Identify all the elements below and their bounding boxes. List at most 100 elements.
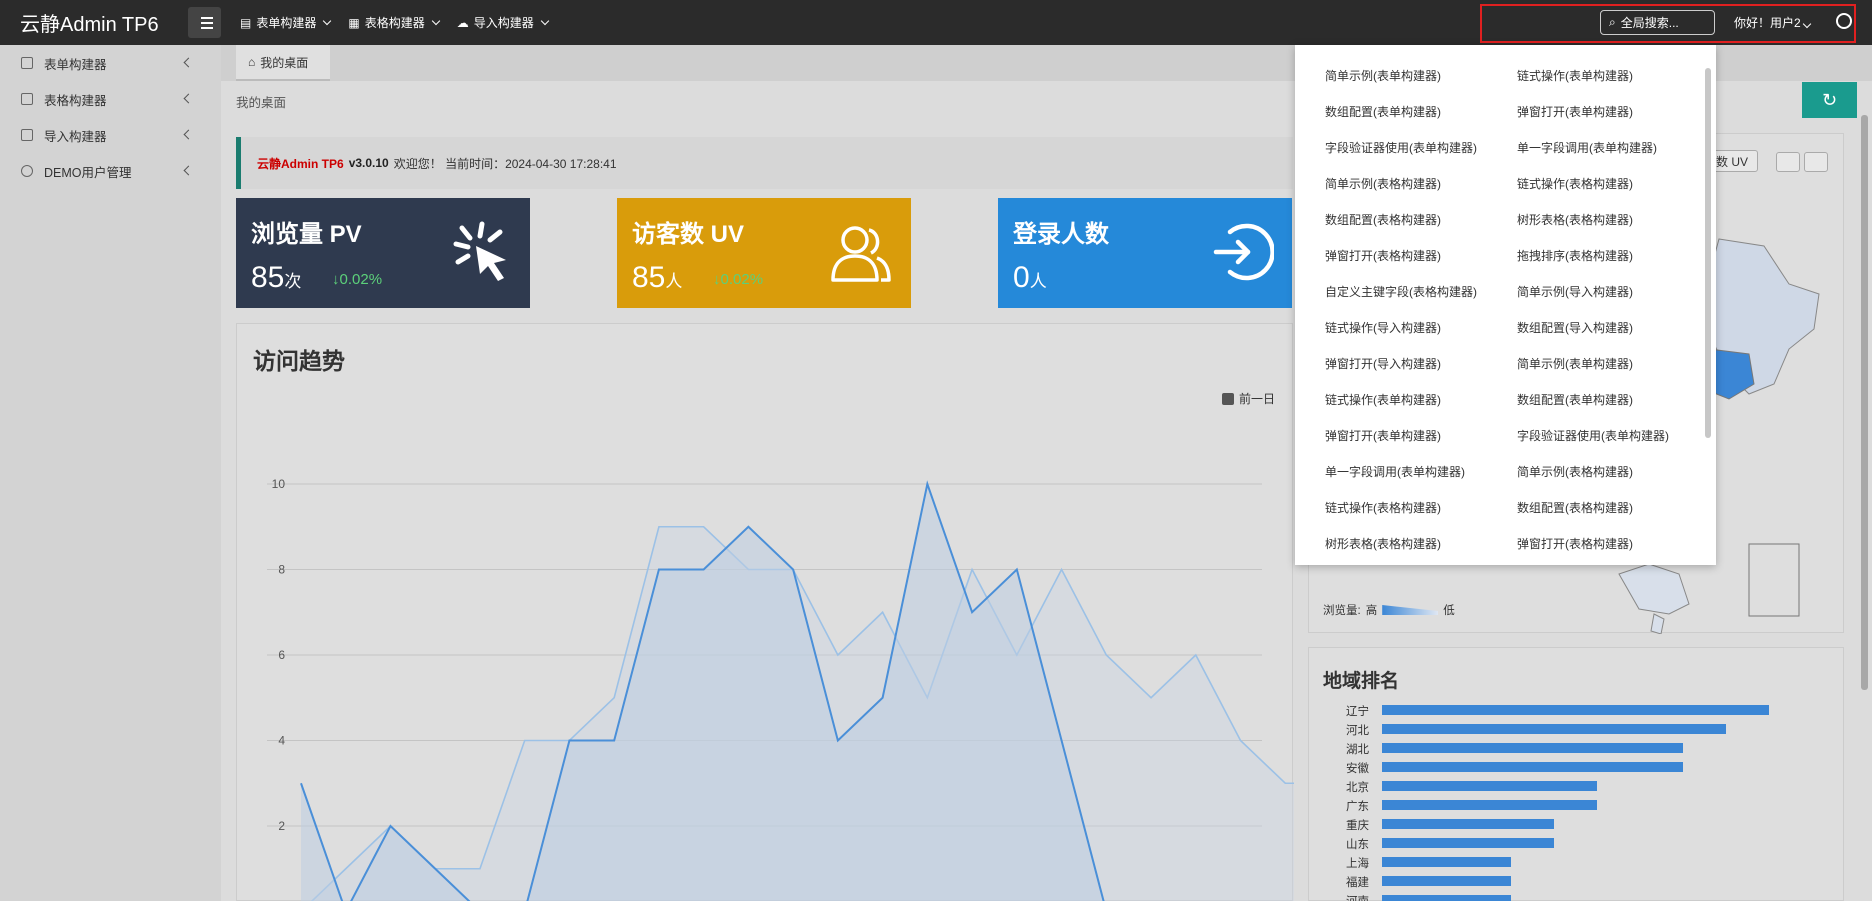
search-result-item[interactable]: 字段验证器使用(表单构建器) xyxy=(1325,139,1477,156)
table-icon xyxy=(21,93,33,105)
cursor-click-icon xyxy=(453,221,506,281)
ranking-bar[interactable] xyxy=(1382,819,1554,829)
search-result-item[interactable]: 树形表格(表格构建器) xyxy=(1517,211,1633,228)
legend-low: 低 xyxy=(1443,605,1455,617)
ranking-label: 福建 xyxy=(1346,877,1369,889)
search-result-item[interactable]: 拖拽排序(表格构建器) xyxy=(1517,247,1633,264)
main-scrollbar[interactable] xyxy=(1861,115,1868,690)
ranking-title: 地域排名 xyxy=(1323,671,1400,692)
search-result-item[interactable]: 弹窗打开(表单构建器) xyxy=(1325,427,1441,444)
ranking-bar[interactable] xyxy=(1382,724,1726,734)
ranking-bar[interactable] xyxy=(1382,705,1769,715)
search-label: 全局搜索... xyxy=(1620,16,1679,30)
login-icon xyxy=(1213,223,1274,281)
ranking-panel: 地域排名 辽宁河北湖北安徽北京广东重庆山东上海福建河南 xyxy=(1308,647,1844,901)
map-refresh-button[interactable] xyxy=(1776,152,1800,172)
search-result-item[interactable]: 链式操作(表格构建器) xyxy=(1325,499,1441,516)
search-result-item[interactable]: 字段验证器使用(表单构建器) xyxy=(1517,427,1669,444)
legend-high: 高 xyxy=(1365,605,1378,617)
search-result-item[interactable]: 数组配置(表格构建器) xyxy=(1517,499,1633,516)
chevron-down-icon xyxy=(323,16,332,25)
ranking-label: 北京 xyxy=(1346,782,1369,794)
search-result-item[interactable]: 单一字段调用(表单构建器) xyxy=(1325,463,1465,480)
trend-chart: 2 4 6 8 10 xyxy=(267,477,1294,901)
legend-gradient xyxy=(1382,605,1439,615)
dropdown-scrollbar[interactable] xyxy=(1705,68,1711,438)
cloud-icon xyxy=(21,129,33,141)
search-result-item[interactable]: 链式操作(导入构建器) xyxy=(1325,319,1441,336)
ranking-bar[interactable] xyxy=(1382,743,1683,753)
user-icon xyxy=(21,165,33,177)
search-result-item[interactable]: 数组配置(表单构建器) xyxy=(1325,103,1441,120)
search-result-item[interactable]: 简单示例(表格构建器) xyxy=(1325,175,1441,192)
ranking-label: 重庆 xyxy=(1346,820,1369,832)
search-result-item[interactable]: 弹窗打开(表格构建器) xyxy=(1325,247,1441,264)
search-result-item[interactable]: 链式操作(表格构建器) xyxy=(1517,175,1633,192)
chevron-left-icon xyxy=(183,129,194,140)
stat-card-uv: 访客数 UV 85人 ↓0.02% xyxy=(617,198,911,308)
breadcrumb: 我的桌面 xyxy=(236,96,287,110)
top-bar: 云静Admin TP6 ▤ 表单构建器 ▦ 表格构建器 ☁ 导入构建器 ⌕ 全局搜索..… xyxy=(0,0,1872,45)
search-result-item[interactable]: 树形表格(表格构建器) xyxy=(1325,535,1441,552)
search-result-item[interactable]: 数组配置(表格构建器) xyxy=(1325,211,1441,228)
app-logo[interactable]: 云静Admin TP6 xyxy=(20,8,159,37)
search-result-item[interactable]: 简单示例(表格构建器) xyxy=(1517,463,1633,480)
search-result-item[interactable]: 简单示例(导入构建器) xyxy=(1517,283,1633,300)
ranking-bar[interactable] xyxy=(1382,781,1597,791)
refresh-icon: ↻ xyxy=(1821,89,1838,110)
ranking-bar[interactable] xyxy=(1382,876,1511,886)
users-icon xyxy=(831,226,891,282)
ranking-bar[interactable] xyxy=(1382,800,1597,810)
y-tick-label: 6 xyxy=(278,648,285,662)
search-result-item[interactable]: 自定义主键字段(表格构建器) xyxy=(1325,283,1477,300)
sidebar-item-form-builder[interactable]: 表单构建器 xyxy=(0,45,221,81)
refresh-button[interactable]: ↻ xyxy=(1802,82,1857,118)
topnav-label: 导入构建器 xyxy=(473,16,534,30)
card-value-number: 85 xyxy=(251,261,285,294)
sidebar-item-label: DEMO用户管理 xyxy=(44,165,132,180)
sidebar-item-table-builder[interactable]: 表格构建器 xyxy=(0,81,221,117)
search-result-item[interactable]: 简单示例(表单构建器) xyxy=(1517,355,1633,372)
ranking-label: 上海 xyxy=(1346,858,1369,870)
welcome-version: v3.0.10 xyxy=(348,156,389,170)
search-result-item[interactable]: 单一字段调用(表单构建器) xyxy=(1517,139,1657,156)
ranking-bar[interactable] xyxy=(1382,895,1511,901)
theme-gauge-icon[interactable] xyxy=(1836,13,1852,29)
search-result-item[interactable]: 链式操作(表单构建器) xyxy=(1517,67,1633,84)
search-result-item[interactable]: 简单示例(表单构建器) xyxy=(1325,67,1441,84)
welcome-brand: 云静Admin TP6 xyxy=(257,156,344,171)
user-label: 你好！用户2 xyxy=(1734,16,1801,30)
sidebar-item-demo-users[interactable]: DEMO用户管理 xyxy=(0,153,221,189)
legend-prefix: 浏览量: xyxy=(1323,605,1361,617)
y-tick-label: 4 xyxy=(278,734,285,748)
form-icon xyxy=(21,57,33,69)
sidebar: 表单构建器 表格构建器 导入构建器 DEMO用户管理 xyxy=(0,45,221,901)
menu-toggle-button[interactable] xyxy=(188,7,221,38)
sidebar-item-label: 导入构建器 xyxy=(44,129,107,144)
top-nav: ▤ 表单构建器 ▦ 表格构建器 ☁ 导入构建器 xyxy=(240,14,549,31)
search-icon: ⌕ xyxy=(1609,15,1616,29)
table-icon: ▦ xyxy=(348,15,360,30)
topnav-table-builder[interactable]: ▦ 表格构建器 xyxy=(348,14,440,31)
topnav-form-builder[interactable]: ▤ 表单构建器 xyxy=(240,14,332,31)
tab-desktop[interactable]: ⌂ 我的桌面 xyxy=(236,45,330,81)
sidebar-item-import-builder[interactable]: 导入构建器 xyxy=(0,117,221,153)
home-icon: ⌂ xyxy=(248,55,256,69)
topnav-label: 表单构建器 xyxy=(256,16,317,30)
global-search-button[interactable]: ⌕ 全局搜索... xyxy=(1600,10,1715,35)
topnav-import-builder[interactable]: ☁ 导入构建器 xyxy=(457,14,549,31)
search-result-item[interactable]: 数组配置(导入构建器) xyxy=(1517,319,1633,336)
search-result-item[interactable]: 弹窗打开(导入构建器) xyxy=(1325,355,1441,372)
search-result-item[interactable]: 弹窗打开(表单构建器) xyxy=(1517,103,1633,120)
trend-panel: 访问趋势 前一日 2 4 6 8 10 xyxy=(236,323,1294,901)
chevron-down-icon xyxy=(540,16,549,25)
form-icon: ▤ xyxy=(240,15,252,30)
ranking-bar[interactable] xyxy=(1382,838,1554,848)
ranking-bar[interactable] xyxy=(1382,857,1511,867)
user-menu[interactable]: 你好！用户2 xyxy=(1734,14,1811,31)
ranking-bar[interactable] xyxy=(1382,762,1683,772)
map-download-button[interactable] xyxy=(1804,152,1828,172)
search-result-item[interactable]: 链式操作(表单构建器) xyxy=(1325,391,1441,408)
search-result-item[interactable]: 数组配置(表单构建器) xyxy=(1517,391,1633,408)
search-result-item[interactable]: 弹窗打开(表格构建器) xyxy=(1517,535,1633,552)
